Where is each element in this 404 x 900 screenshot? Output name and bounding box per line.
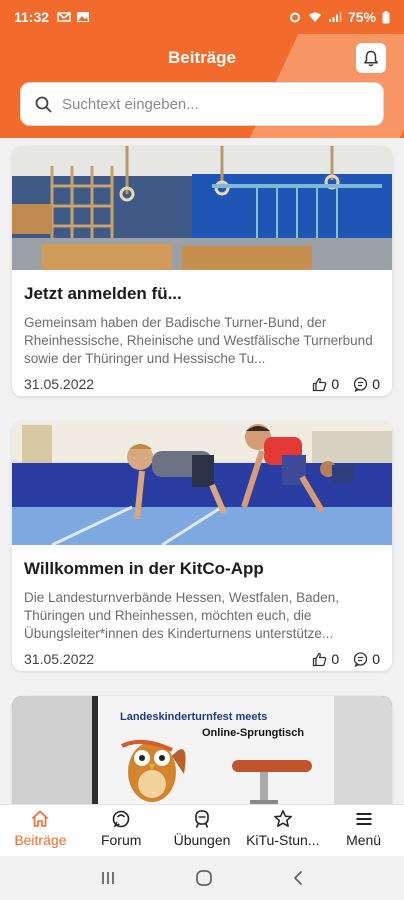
comment-icon [354, 651, 368, 667]
owl-illustration: Landeskinderturnfest meets Online-Sprung… [12, 696, 392, 804]
chat-icon [112, 810, 130, 828]
comment-icon [354, 376, 368, 392]
comment-count: 0 [372, 651, 380, 667]
search-bar[interactable] [20, 82, 384, 126]
post-image: Landeskinderturnfest meets Online-Sprung… [12, 696, 392, 804]
post-image [12, 421, 392, 545]
post-title[interactable]: Jetzt anmelden fü... [24, 284, 380, 304]
status-bar: 11:32 75% [0, 0, 404, 34]
comment-count: 0 [372, 376, 380, 392]
home-button-icon[interactable] [195, 869, 213, 887]
nav-item-beitraege[interactable]: Beiträge [0, 805, 81, 856]
recent-apps-icon[interactable] [99, 870, 117, 886]
comment-button[interactable]: 0 [353, 376, 380, 392]
post-image [12, 146, 392, 270]
post-card[interactable]: Landeskinderturnfest meets Online-Sprung… [12, 696, 392, 804]
star-icon [273, 810, 292, 827]
like-button[interactable]: 0 [312, 651, 339, 667]
nav-label: Forum [100, 832, 142, 848]
nav-item-uebungen[interactable]: Übungen [162, 805, 243, 856]
notifications-button[interactable] [356, 43, 386, 73]
post-date: 31.05.2022 [24, 651, 95, 667]
system-navigation-bar [0, 856, 404, 900]
mail-notification-icon [57, 12, 71, 22]
gym-equipment-photo [12, 146, 392, 270]
like-count: 0 [331, 376, 340, 392]
gallery-notification-icon [77, 12, 90, 22]
nav-label: Beiträge [14, 832, 67, 848]
nav-label: Übungen [173, 832, 231, 848]
post-excerpt: Die Landesturnverbände Hessen, Westfalen… [24, 590, 339, 641]
image-headline-1: Landeskinderturnfest meets [120, 711, 267, 723]
thumbs-up-icon [313, 377, 327, 391]
post-date: 31.05.2022 [24, 376, 95, 392]
thumbs-up-icon [313, 652, 327, 666]
nav-label: Menü [346, 832, 382, 848]
comment-button[interactable]: 0 [353, 651, 380, 667]
nav-item-menue[interactable]: Menü [323, 805, 404, 856]
signal-icon [328, 12, 342, 22]
post-excerpt: Gemeinsam haben der Badische Turner-Bund… [24, 315, 373, 366]
wifi-icon [308, 12, 321, 22]
search-icon [35, 96, 52, 112]
exercise-icon [195, 810, 209, 828]
search-input[interactable] [62, 95, 362, 113]
nav-label: KiTu-Stun... [246, 832, 320, 848]
battery-icon [382, 10, 390, 23]
post-title[interactable]: Willkommen in der KitCo-App [24, 559, 380, 579]
image-headline-2: Online-Sprungtisch [202, 727, 304, 739]
post-card[interactable]: Jetzt anmelden fü... Gemeinsam haben der… [12, 146, 392, 396]
menu-icon [356, 813, 372, 825]
posts-feed[interactable]: Jetzt anmelden fü... Gemeinsam haben der… [0, 138, 404, 804]
like-button[interactable]: 0 [312, 376, 339, 392]
page-title: Beiträge [167, 48, 237, 67]
alarm-icon [289, 12, 300, 23]
home-icon [32, 810, 49, 827]
status-time: 11:32 [14, 9, 50, 25]
children-crawling-photo [12, 421, 392, 545]
bell-icon [364, 50, 378, 66]
nav-item-forum[interactable]: Forum [81, 805, 162, 856]
like-count: 0 [331, 651, 340, 667]
nav-item-kitu-stunden[interactable]: KiTu-Stun... [242, 805, 323, 856]
back-icon[interactable] [291, 870, 305, 886]
bottom-navigation: Beiträge Forum Übungen KiTu-Stun... Menü [0, 804, 404, 856]
post-card[interactable]: Willkommen in der KitCo-App Die Landestu… [12, 421, 392, 671]
battery-percent: 75% [347, 9, 376, 25]
